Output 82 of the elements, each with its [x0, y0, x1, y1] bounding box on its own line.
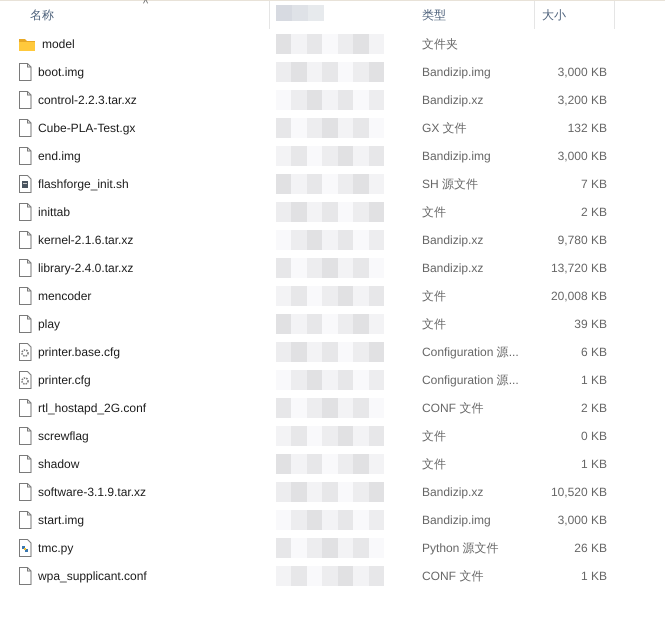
- file-name[interactable]: boot.img: [38, 65, 84, 79]
- file-icon: [18, 91, 32, 109]
- file-name[interactable]: model: [42, 37, 75, 51]
- file-type: 文件: [421, 204, 447, 220]
- file-icon: [18, 511, 32, 529]
- column-header[interactable]: 大小: [535, 1, 615, 29]
- blurred-column-header: [276, 5, 324, 21]
- file-size: 2 KB: [580, 401, 608, 415]
- file-icon: [18, 231, 32, 249]
- file-icon: [18, 399, 32, 417]
- file-name[interactable]: kernel-2.1.6.tar.xz: [38, 233, 134, 247]
- file-name[interactable]: software-3.1.9.tar.xz: [38, 485, 146, 499]
- file-size: 3,000 KB: [556, 513, 608, 527]
- file-icon: [18, 427, 32, 445]
- file-type: GX 文件: [421, 120, 468, 136]
- file-name[interactable]: mencoder: [38, 289, 92, 303]
- file-icon: [18, 119, 32, 137]
- file-type: Bandizip.xz: [421, 261, 484, 275]
- file-icon: [18, 203, 32, 221]
- file-type: Bandizip.xz: [421, 93, 484, 107]
- file-size: 2 KB: [580, 205, 608, 219]
- file-icon: [18, 147, 32, 165]
- file-size: 20,008 KB: [550, 289, 608, 303]
- file-name[interactable]: start.img: [38, 513, 84, 527]
- file-name[interactable]: end.img: [38, 149, 81, 163]
- file-name[interactable]: screwflag: [38, 429, 89, 443]
- file-size: 10,520 KB: [550, 485, 608, 499]
- file-size: 13,720 KB: [550, 261, 608, 275]
- file-type: 文件夹: [421, 36, 459, 52]
- folder-icon: [18, 36, 36, 52]
- file-type: Bandizip.xz: [421, 233, 484, 247]
- file-type: CONF 文件: [421, 568, 484, 584]
- file-type: Bandizip.xz: [421, 485, 484, 499]
- file-type: Bandizip.img: [421, 513, 492, 527]
- file-name[interactable]: printer.cfg: [38, 373, 91, 387]
- file-size: 7 KB: [580, 177, 608, 191]
- file-size: 3,000 KB: [556, 149, 608, 163]
- file-type: Bandizip.img: [421, 65, 492, 79]
- python-file-icon: [18, 539, 32, 557]
- file-icon: [18, 567, 32, 585]
- file-name[interactable]: shadow: [38, 457, 80, 471]
- file-name[interactable]: library-2.4.0.tar.xz: [38, 261, 134, 275]
- file-icon: [18, 287, 32, 305]
- file-type: 文件: [421, 456, 447, 472]
- file-size: 132 KB: [566, 121, 608, 135]
- file-size: 3,000 KB: [556, 65, 608, 79]
- file-size: 1 KB: [580, 457, 608, 471]
- gear-file-icon: [18, 371, 32, 389]
- file-size: 6 KB: [580, 345, 608, 359]
- file-name[interactable]: tmc.py: [38, 541, 74, 555]
- column-header[interactable]: 类型: [415, 1, 535, 29]
- file-name[interactable]: flashforge_init.sh: [38, 177, 129, 191]
- file-type: Configuration 源...: [421, 372, 520, 388]
- file-name[interactable]: wpa_supplicant.conf: [38, 569, 147, 583]
- file-size: 26 KB: [573, 541, 608, 555]
- file-size: 9,780 KB: [556, 233, 608, 247]
- file-name[interactable]: rtl_hostapd_2G.conf: [38, 401, 146, 415]
- file-name[interactable]: inittab: [38, 205, 70, 219]
- file-type: SH 源文件: [421, 176, 480, 192]
- file-size: 3,200 KB: [556, 93, 608, 107]
- file-size: 1 KB: [580, 373, 608, 387]
- file-size: 1 KB: [580, 569, 608, 583]
- file-type: CONF 文件: [421, 400, 484, 416]
- file-type: 文件: [421, 316, 447, 332]
- file-size: 39 KB: [573, 317, 608, 331]
- file-type: 文件: [421, 288, 447, 304]
- file-icon: [18, 259, 32, 277]
- file-type: Bandizip.img: [421, 149, 492, 163]
- script-file-icon: [18, 175, 32, 193]
- file-type: Configuration 源...: [421, 344, 520, 360]
- file-icon: [18, 315, 32, 333]
- file-name[interactable]: play: [38, 317, 60, 331]
- file-icon: [18, 455, 32, 473]
- file-name[interactable]: control-2.2.3.tar.xz: [38, 93, 137, 107]
- file-type: 文件: [421, 428, 447, 444]
- file-icon: [18, 63, 32, 81]
- file-size: 0 KB: [580, 429, 608, 443]
- file-icon: [18, 483, 32, 501]
- file-name[interactable]: Cube-PLA-Test.gx: [38, 121, 136, 135]
- gear-file-icon: [18, 343, 32, 361]
- file-type: Python 源文件: [421, 540, 500, 556]
- file-name[interactable]: printer.base.cfg: [38, 345, 120, 359]
